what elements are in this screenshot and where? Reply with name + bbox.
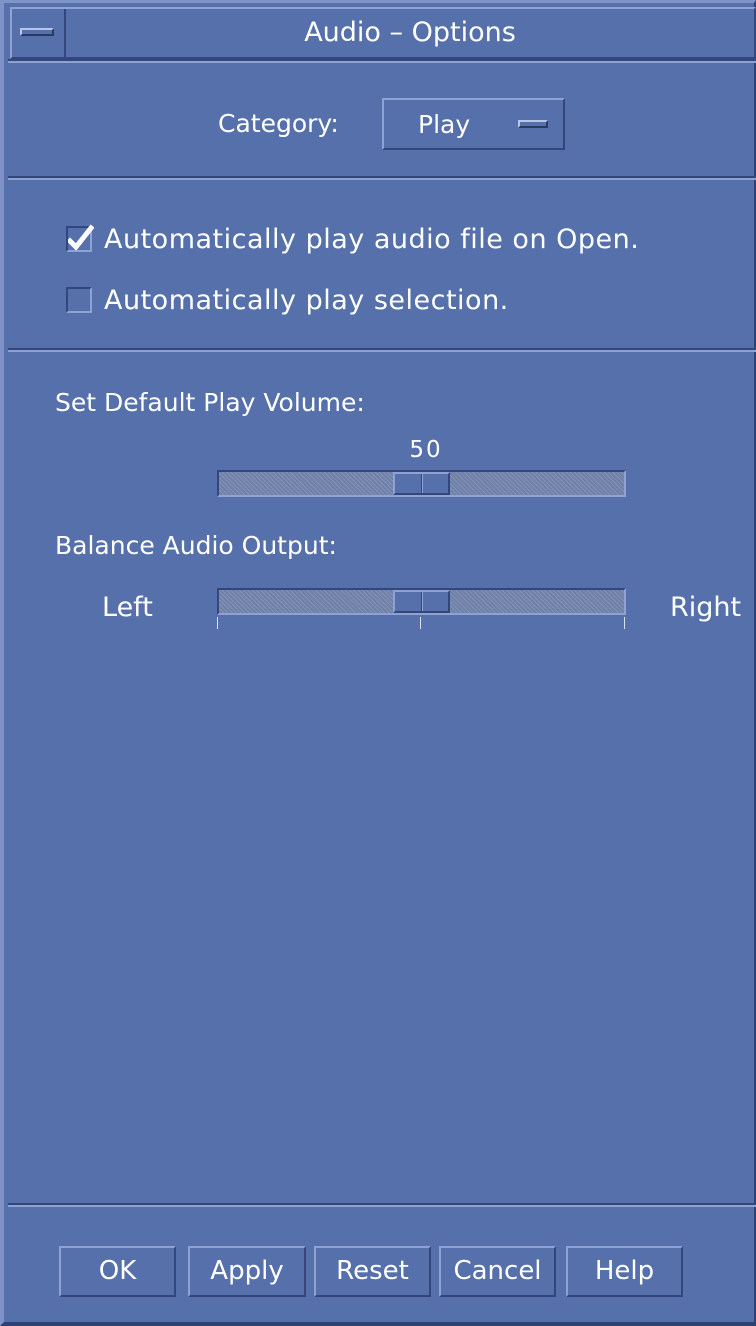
balance-label: Balance Audio Output: [55, 531, 337, 560]
balance-slider-groove [421, 592, 423, 611]
ok-button[interactable]: OK [59, 1246, 176, 1297]
audio-options-dialog: Audio – Options Category: Play Automatic… [0, 0, 756, 1326]
cancel-button[interactable]: Cancel [439, 1246, 556, 1297]
title-bar[interactable]: Audio – Options [10, 7, 756, 59]
buttons-divider [8, 1203, 756, 1207]
category-selected-value: Play [418, 110, 471, 139]
balance-left-label: Left [102, 592, 153, 623]
category-label: Category: [218, 109, 339, 138]
auto-play-on-open-label: Automatically play audio file on Open. [104, 223, 640, 255]
category-option-menu[interactable]: Play [382, 98, 565, 150]
volume-value: 50 [409, 437, 443, 463]
balance-tick-left [217, 617, 218, 629]
volume-slider-handle[interactable] [393, 472, 450, 495]
balance-tick-right [624, 617, 625, 629]
balance-tick-center [420, 617, 421, 629]
balance-slider-handle[interactable] [393, 590, 450, 613]
window-menu-button[interactable] [12, 9, 66, 57]
options-divider [8, 348, 756, 352]
auto-play-on-open-checkbox[interactable] [66, 224, 94, 252]
volume-slider-groove [421, 474, 423, 493]
auto-play-selection-option[interactable]: Automatically play selection. [66, 282, 509, 318]
apply-button[interactable]: Apply [188, 1246, 306, 1297]
reset-button[interactable]: Reset [314, 1246, 431, 1297]
window-title: Audio – Options [304, 17, 516, 48]
volume-scale[interactable] [217, 470, 626, 497]
balance-scale[interactable] [217, 588, 626, 615]
window-menu-icon [20, 28, 54, 36]
category-divider [8, 176, 756, 180]
auto-play-selection-checkbox[interactable] [66, 287, 92, 313]
auto-play-on-open-option[interactable]: Automatically play audio file on Open. [66, 221, 639, 257]
title-divider [8, 59, 756, 63]
option-menu-indicator-icon [518, 120, 548, 128]
volume-label: Set Default Play Volume: [55, 388, 365, 417]
balance-right-label: Right [670, 592, 742, 623]
auto-play-selection-label: Automatically play selection. [104, 284, 509, 316]
help-button[interactable]: Help [566, 1246, 683, 1297]
category-row: Category: Play [4, 95, 756, 153]
checkmark-icon [68, 224, 94, 251]
